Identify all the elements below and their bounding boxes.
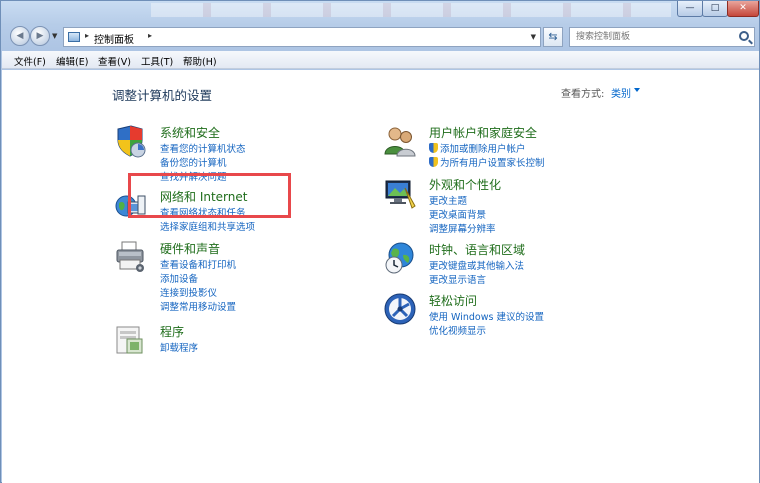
close-icon: ✕ [739, 3, 747, 13]
control-panel-window: — □ ✕ ◀ ▶ ▼ ▸ 控制面板 ▸ ▼ ⇆ 文件(F) 编辑(E) 查看(… [0, 0, 760, 483]
category-title-system-security[interactable]: 系统和安全 [160, 124, 220, 141]
link-backup-computer[interactable]: 备份您的计算机 [160, 155, 227, 169]
title-bar: — □ ✕ [1, 1, 760, 21]
menu-file[interactable]: 文件(F) [14, 54, 46, 68]
link-add-remove-accounts[interactable]: 添加或删除用户帐户 [429, 141, 526, 155]
menu-edit[interactable]: 编辑(E) [56, 54, 88, 68]
address-dropdown-icon[interactable]: ▼ [531, 33, 536, 41]
link-view-computer-status[interactable]: 查看您的计算机状态 [160, 141, 246, 155]
search-icon[interactable] [739, 31, 749, 41]
content-pane: 调整计算机的设置 查看方式: 类别 系统和安全 查看您的计算机状态 备份您的计算… [2, 70, 759, 483]
category-title-user-accounts[interactable]: 用户帐户和家庭安全 [429, 124, 537, 141]
recent-pages-dropdown[interactable]: ▼ [52, 32, 57, 40]
category-system-security: 系统和安全 查看您的计算机状态 备份您的计算机 查找并解决问题 [114, 124, 314, 183]
navigation-bar: ◀ ▶ ▼ ▸ 控制面板 ▸ ▼ ⇆ [1, 23, 760, 49]
category-title-appearance[interactable]: 外观和个性化 [429, 176, 501, 193]
page-title: 调整计算机的设置 [112, 88, 213, 103]
shield-icon[interactable] [114, 124, 148, 158]
category-title-hardware-sound[interactable]: 硬件和声音 [160, 240, 220, 257]
arrow-left-icon: ◀ [16, 31, 24, 41]
refresh-icon: ⇆ [548, 30, 558, 43]
category-programs: 程序 卸载程序 [114, 323, 314, 359]
forward-button[interactable]: ▶ [30, 26, 50, 46]
category-user-accounts: 用户帐户和家庭安全 添加或删除用户帐户 为所有用户设置家长控制 [383, 124, 603, 169]
link-change-input-method[interactable]: 更改键盘或其他输入法 [429, 258, 524, 272]
link-windows-recommended-settings[interactable]: 使用 Windows 建议的设置 [429, 309, 544, 323]
taskbar-tabs-blurred [151, 3, 671, 17]
link-homegroup-sharing[interactable]: 选择家庭组和共享选项 [160, 219, 255, 233]
uac-shield-icon [429, 143, 438, 153]
printer-icon[interactable] [114, 240, 148, 274]
view-by-dropdown[interactable]: 类别 [611, 85, 631, 100]
link-devices-printers[interactable]: 查看设备和打印机 [160, 257, 236, 271]
category-appearance: 外观和个性化 更改主题 更改桌面背景 调整屏幕分辨率 [383, 176, 603, 235]
control-panel-icon [68, 32, 80, 42]
maximize-icon: □ [710, 3, 720, 13]
breadcrumb-control-panel[interactable]: 控制面板 [94, 31, 134, 46]
refresh-button[interactable]: ⇆ [543, 27, 563, 47]
arrow-right-icon: ▶ [36, 31, 44, 41]
clock-globe-icon[interactable] [383, 241, 417, 275]
close-button[interactable]: ✕ [727, 1, 759, 17]
minimize-icon: — [685, 3, 695, 13]
category-ease-of-access: 轻松访问 使用 Windows 建议的设置 优化视频显示 [383, 292, 603, 337]
link-change-theme[interactable]: 更改主题 [429, 193, 467, 207]
breadcrumb-separator-icon[interactable]: ▸ [148, 31, 152, 40]
link-parental-controls[interactable]: 为所有用户设置家长控制 [429, 155, 545, 169]
menu-bar: 文件(F) 编辑(E) 查看(V) 工具(T) 帮助(H) [2, 51, 759, 69]
view-by-label: 查看方式: [561, 89, 605, 100]
display-icon[interactable] [383, 176, 417, 210]
category-title-ease-of-access[interactable]: 轻松访问 [429, 292, 477, 309]
search-input[interactable] [570, 28, 730, 46]
link-optimize-visual-display[interactable]: 优化视频显示 [429, 323, 486, 337]
back-button[interactable]: ◀ [10, 26, 30, 46]
category-title-programs[interactable]: 程序 [160, 323, 184, 340]
minimize-button[interactable]: — [677, 1, 703, 17]
category-title-clock-language-region[interactable]: 时钟、语言和区域 [429, 241, 525, 258]
breadcrumb-separator-icon[interactable]: ▸ [85, 31, 89, 40]
link-uninstall-program[interactable]: 卸载程序 [160, 340, 198, 354]
uac-shield-icon [429, 157, 438, 167]
programs-icon[interactable] [114, 323, 148, 357]
link-adjust-resolution[interactable]: 调整屏幕分辨率 [429, 221, 496, 235]
category-hardware-sound: 硬件和声音 查看设备和打印机 添加设备 连接到投影仪 调整常用移动设置 [114, 240, 314, 313]
address-bar[interactable]: ▸ 控制面板 ▸ ▼ [63, 27, 541, 47]
highlight-annotation-box [128, 173, 291, 218]
menu-tools[interactable]: 工具(T) [141, 54, 173, 68]
accessibility-icon[interactable] [383, 292, 417, 326]
link-change-desktop-background[interactable]: 更改桌面背景 [429, 207, 486, 221]
chevron-down-icon[interactable] [634, 88, 640, 92]
menu-help[interactable]: 帮助(H) [183, 54, 217, 68]
category-clock-language-region: 时钟、语言和区域 更改键盘或其他输入法 更改显示语言 [383, 241, 603, 286]
menu-view[interactable]: 查看(V) [98, 54, 131, 68]
link-mobility-settings[interactable]: 调整常用移动设置 [160, 299, 236, 313]
link-change-display-language[interactable]: 更改显示语言 [429, 272, 486, 286]
maximize-button[interactable]: □ [702, 1, 728, 17]
link-connect-projector[interactable]: 连接到投影仪 [160, 285, 217, 299]
search-box[interactable] [569, 27, 755, 47]
users-icon[interactable] [383, 124, 417, 158]
link-add-device[interactable]: 添加设备 [160, 271, 198, 285]
